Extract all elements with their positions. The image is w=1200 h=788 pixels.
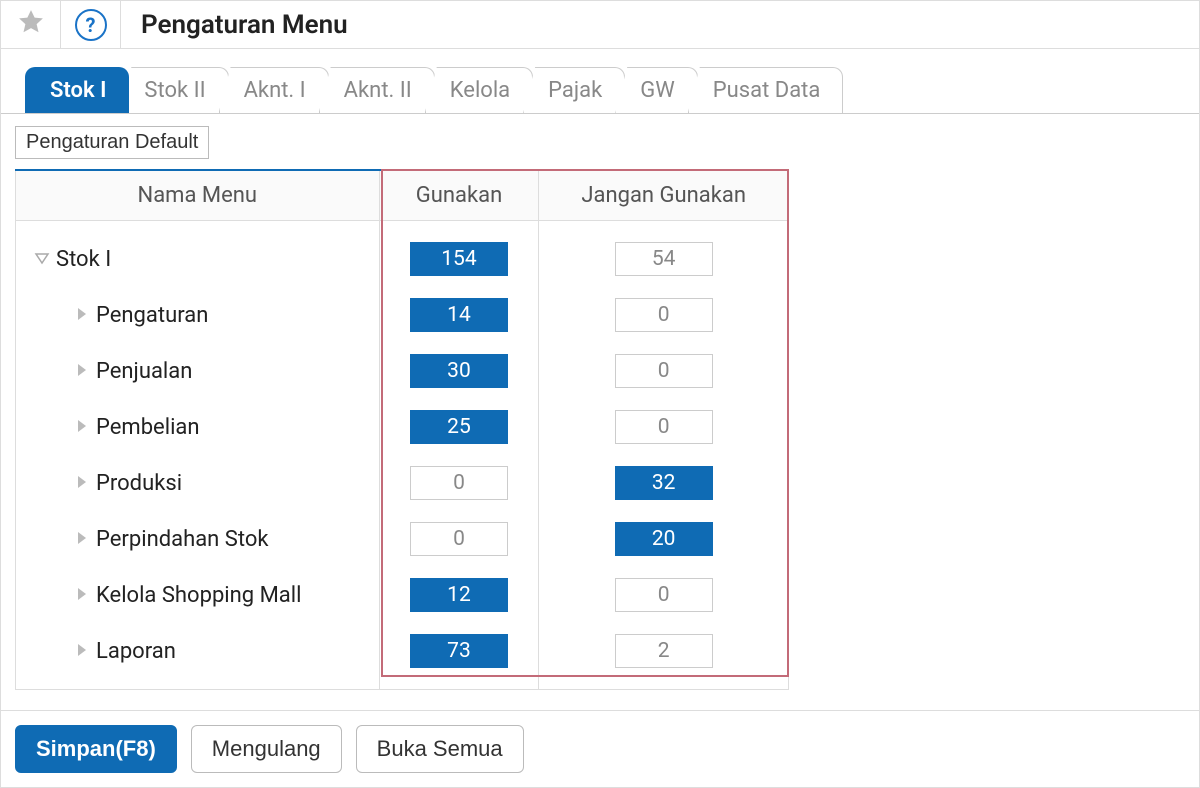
tab-label: Pajak [548, 78, 602, 103]
use-count[interactable]: 12 [410, 578, 508, 612]
tree-label: Stok I [50, 247, 111, 272]
tab-pusat-data[interactable]: Pusat Data [688, 67, 844, 113]
tab-label: Kelola [450, 78, 510, 103]
tab-aknt-ii[interactable]: Aknt. II [319, 67, 435, 113]
repeat-button[interactable]: Mengulang [191, 725, 342, 773]
titlebar: ? Pengaturan Menu [1, 1, 1199, 49]
help-button[interactable]: ? [61, 1, 121, 48]
expand-icon [74, 303, 90, 328]
tree-label: Laporan [90, 639, 176, 664]
help-icon: ? [75, 9, 107, 41]
tab-label: Pusat Data [713, 78, 821, 103]
tree-label: Pembelian [90, 415, 200, 440]
tab-label: Stok I [50, 78, 106, 103]
open-all-button[interactable]: Buka Semua [356, 725, 524, 773]
favorite-toggle[interactable] [1, 1, 61, 48]
expand-icon [74, 639, 90, 664]
tab-aknt-i[interactable]: Aknt. I [219, 67, 329, 113]
tab-stok-i[interactable]: Stok I [25, 67, 129, 113]
tree-row-shopping-mall[interactable]: Kelola Shopping Mall [16, 567, 379, 623]
tree-row-penjualan[interactable]: Penjualan [16, 343, 379, 399]
nouse-count[interactable]: 0 [615, 410, 713, 444]
collapse-icon [34, 247, 50, 272]
save-button[interactable]: Simpan(F8) [15, 725, 177, 773]
nouse-count[interactable]: 54 [615, 242, 713, 276]
use-count[interactable]: 30 [410, 354, 508, 388]
tree-row-laporan[interactable]: Laporan [16, 623, 379, 679]
col-header-nouse: Jangan Gunakan [539, 170, 789, 221]
tree-label: Produksi [90, 471, 182, 496]
nouse-count[interactable]: 2 [615, 634, 713, 668]
expand-icon [74, 583, 90, 608]
expand-icon [74, 471, 90, 496]
content: Pengaturan Default Nama Menu Gunakan Jan… [1, 114, 1199, 690]
col-header-name: Nama Menu [16, 170, 380, 221]
use-count[interactable]: 0 [410, 522, 508, 556]
tab-label: Aknt. II [344, 78, 412, 103]
tab-stok-ii[interactable]: Stok II [119, 67, 228, 113]
app-window: ? Pengaturan Menu Stok I Stok II Aknt. I… [0, 0, 1200, 788]
nouse-count[interactable]: 0 [615, 354, 713, 388]
nouse-count[interactable]: 0 [615, 578, 713, 612]
col-header-use: Gunakan [379, 170, 539, 221]
nouse-count[interactable]: 0 [615, 298, 713, 332]
tab-label: Aknt. I [244, 78, 306, 103]
tree-row-pembelian[interactable]: Pembelian [16, 399, 379, 455]
use-column: 154 14 30 25 0 0 12 73 [380, 221, 539, 689]
menu-table-wrap: Nama Menu Gunakan Jangan Gunakan Stok I [15, 169, 789, 690]
tree-label: Pengaturan [90, 303, 208, 328]
use-count[interactable]: 0 [410, 466, 508, 500]
tree-row-produksi[interactable]: Produksi [16, 455, 379, 511]
tree-label: Perpindahan Stok [90, 527, 269, 552]
tabs: Stok I Stok II Aknt. I Aknt. II Kelola P… [1, 49, 1199, 114]
expand-icon [74, 415, 90, 440]
use-count[interactable]: 25 [410, 410, 508, 444]
tab-label: GW [640, 78, 675, 103]
star-icon [16, 7, 46, 43]
tab-pajak[interactable]: Pajak [523, 67, 625, 113]
page-title: Pengaturan Menu [121, 10, 348, 40]
use-count[interactable]: 154 [410, 242, 508, 276]
tree-row-pengaturan[interactable]: Pengaturan [16, 287, 379, 343]
nouse-count[interactable]: 20 [615, 522, 713, 556]
menu-table: Nama Menu Gunakan Jangan Gunakan Stok I [15, 169, 789, 690]
nouse-count[interactable]: 32 [615, 466, 713, 500]
use-count[interactable]: 14 [410, 298, 508, 332]
use-count[interactable]: 73 [410, 634, 508, 668]
tree-row-perpindahan[interactable]: Perpindahan Stok [16, 511, 379, 567]
nouse-column: 54 0 0 0 32 20 0 2 [539, 221, 788, 689]
expand-icon [74, 527, 90, 552]
tab-label: Stok II [144, 78, 205, 103]
tree-label: Kelola Shopping Mall [90, 583, 301, 608]
menu-tree: Stok I Pengaturan Penjualan [16, 221, 379, 689]
tab-kelola[interactable]: Kelola [425, 67, 533, 113]
tab-gw[interactable]: GW [615, 67, 698, 113]
expand-icon [74, 359, 90, 384]
tree-label: Penjualan [90, 359, 192, 384]
footer: Simpan(F8) Mengulang Buka Semua [1, 710, 1199, 787]
defaults-button[interactable]: Pengaturan Default [15, 126, 209, 159]
tree-row-stok-i[interactable]: Stok I [16, 231, 379, 287]
